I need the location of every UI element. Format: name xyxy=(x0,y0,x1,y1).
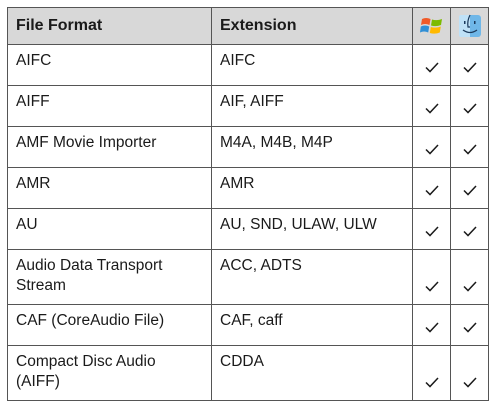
checkmark-icon xyxy=(462,377,477,388)
windows-support-cell xyxy=(412,85,451,127)
windows-logo-icon xyxy=(419,18,442,34)
table-row: AIFF AIF, AIFF xyxy=(7,85,489,127)
extension-cell: AMR xyxy=(211,167,413,209)
windows-column-header xyxy=(412,7,451,45)
mac-support-cell xyxy=(450,167,489,209)
windows-support-cell xyxy=(412,345,451,401)
table-header-row: File Format Extension xyxy=(7,7,489,45)
mac-finder-icon xyxy=(458,14,481,37)
checkmark-icon xyxy=(424,144,439,155)
checkmark-icon xyxy=(462,144,477,155)
windows-support-cell xyxy=(412,249,451,305)
table-row: Audio Data Transport Stream ACC, ADTS xyxy=(7,249,489,305)
windows-support-cell xyxy=(412,167,451,209)
table-row: AMR AMR xyxy=(7,167,489,209)
windows-support-cell xyxy=(412,304,451,346)
mac-support-cell xyxy=(450,249,489,305)
mac-support-cell xyxy=(450,126,489,168)
file-format-header: File Format xyxy=(7,7,212,45)
file-format-table: File Format Extension AIFC AIFC AIFF AIF… xyxy=(7,7,489,401)
table-row: CAF (CoreAudio File) CAF, caff xyxy=(7,304,489,346)
extension-cell: M4A, M4B, M4P xyxy=(211,126,413,168)
file-format-cell: AIFC xyxy=(7,44,212,86)
windows-support-cell xyxy=(412,126,451,168)
file-format-cell: CAF (CoreAudio File) xyxy=(7,304,212,346)
extension-cell: AIF, AIFF xyxy=(211,85,413,127)
table-row: Compact Disc Audio (AIFF) CDDA xyxy=(7,345,489,401)
file-format-cell: Audio Data Transport Stream xyxy=(7,249,212,305)
checkmark-icon xyxy=(424,322,439,333)
checkmark-icon xyxy=(462,226,477,237)
checkmark-icon xyxy=(424,103,439,114)
checkmark-icon xyxy=(424,226,439,237)
mac-support-cell xyxy=(450,85,489,127)
mac-support-cell xyxy=(450,345,489,401)
file-format-cell: AMR xyxy=(7,167,212,209)
checkmark-icon xyxy=(462,281,477,292)
checkmark-icon xyxy=(424,377,439,388)
mac-support-cell xyxy=(450,304,489,346)
table-row: AU AU, SND, ULAW, ULW xyxy=(7,208,489,250)
mac-support-cell xyxy=(450,44,489,86)
file-format-cell: Compact Disc Audio (AIFF) xyxy=(7,345,212,401)
file-format-cell: AU xyxy=(7,208,212,250)
checkmark-icon xyxy=(462,103,477,114)
checkmark-icon xyxy=(462,185,477,196)
extension-cell: AIFC xyxy=(211,44,413,86)
table-row: AIFC AIFC xyxy=(7,44,489,86)
extension-cell: ACC, ADTS xyxy=(211,249,413,305)
table-row: AMF Movie Importer M4A, M4B, M4P xyxy=(7,126,489,168)
checkmark-icon xyxy=(462,62,477,73)
file-format-cell: AMF Movie Importer xyxy=(7,126,212,168)
extension-cell: CDDA xyxy=(211,345,413,401)
extension-cell: CAF, caff xyxy=(211,304,413,346)
extension-header: Extension xyxy=(211,7,413,45)
checkmark-icon xyxy=(424,185,439,196)
checkmark-icon xyxy=(424,281,439,292)
windows-support-cell xyxy=(412,44,451,86)
file-format-cell: AIFF xyxy=(7,85,212,127)
extension-cell: AU, SND, ULAW, ULW xyxy=(211,208,413,250)
mac-support-cell xyxy=(450,208,489,250)
checkmark-icon xyxy=(462,322,477,333)
windows-support-cell xyxy=(412,208,451,250)
mac-column-header xyxy=(450,7,489,45)
checkmark-icon xyxy=(424,62,439,73)
